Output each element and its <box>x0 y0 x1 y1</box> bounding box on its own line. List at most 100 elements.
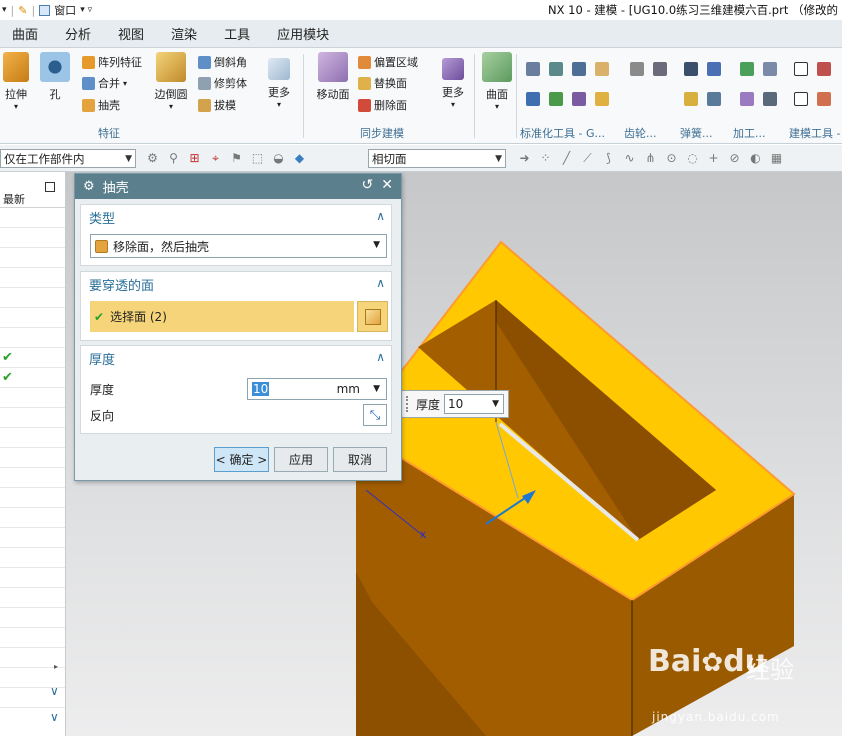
view-icon[interactable]: ◐ <box>749 152 762 165</box>
dropdown-arrow-icon[interactable]: ▾ <box>2 5 7 15</box>
menu-application[interactable]: 应用模块 <box>265 24 344 43</box>
solid-icon[interactable]: ◆ <box>293 152 306 165</box>
more-snap-icon[interactable]: ▦ <box>770 152 783 165</box>
menu-tools[interactable]: 工具 <box>212 24 265 43</box>
navigator-row[interactable] <box>0 548 65 568</box>
select-face-row[interactable]: ✔ 选择面 (2) <box>90 301 354 332</box>
hole-button[interactable]: 孔 <box>40 52 70 102</box>
reset-icon[interactable]: ↺ <box>362 177 374 193</box>
spring-tool-icon[interactable] <box>707 62 721 76</box>
pattern-feature-button[interactable]: 阵列特征 <box>82 54 142 70</box>
navigator-row[interactable] <box>0 268 65 288</box>
triangle-icon[interactable] <box>794 62 808 76</box>
coil-icon[interactable] <box>684 92 698 106</box>
note-icon[interactable] <box>794 92 808 106</box>
snap-icon[interactable]: ⌖ <box>209 152 222 165</box>
navigator-row[interactable] <box>0 488 65 508</box>
tangent-icon[interactable]: ⊘ <box>728 152 741 165</box>
surface-button[interactable]: 曲面 ▾ <box>480 52 514 111</box>
select-body-icon[interactable]: ⚲ <box>167 152 180 165</box>
window-menu[interactable]: 窗口 <box>54 2 76 18</box>
chevron-down-icon[interactable]: ∨ <box>50 710 59 724</box>
offset-region-button[interactable]: 偏置区域 <box>358 54 418 70</box>
delete-face-button[interactable]: 删除面 <box>358 97 407 113</box>
close-icon[interactable]: ✕ <box>381 177 393 193</box>
part-icon[interactable] <box>595 92 609 106</box>
gear-pair-icon[interactable] <box>653 62 667 76</box>
more-feature-button[interactable]: 更多 ▾ <box>264 52 294 109</box>
layers-icon[interactable] <box>572 62 586 76</box>
navigator-row[interactable] <box>0 448 65 468</box>
navigator-row[interactable] <box>0 628 65 648</box>
apply-button[interactable]: 应用 <box>274 447 328 472</box>
more-sync-button[interactable]: 更多 ▾ <box>438 52 468 109</box>
thickness-input[interactable]: 10 mm ▼ <box>247 378 387 400</box>
navigator-row[interactable] <box>0 528 65 548</box>
window-icon[interactable] <box>39 4 51 16</box>
bolt-icon[interactable] <box>526 92 540 106</box>
replace-face-button[interactable]: 替换面 <box>358 75 407 91</box>
menu-render[interactable]: 渲染 <box>159 24 212 43</box>
navigator-row[interactable] <box>0 568 65 588</box>
navigator-row[interactable] <box>0 308 65 328</box>
chamfer-button[interactable]: 倒斜角 <box>198 54 247 70</box>
navigator-row[interactable] <box>0 248 65 268</box>
menu-view[interactable]: 视图 <box>106 24 159 43</box>
section-type-header[interactable]: 类型 ∧ <box>81 205 391 230</box>
move-face-button[interactable]: 移动面 <box>312 52 354 102</box>
mesh-icon[interactable] <box>740 92 754 106</box>
spline-icon[interactable]: ∿ <box>623 152 636 165</box>
collapse-caret-icon[interactable]: ∧ <box>376 276 385 290</box>
face-rule-icon[interactable]: ◒ <box>272 152 285 165</box>
spring-icon[interactable] <box>684 62 698 76</box>
section-pierce-header[interactable]: 要穿透的面 ∧ <box>81 272 391 297</box>
maximize-icon[interactable] <box>45 182 55 192</box>
chevron-down-icon[interactable]: ∨ <box>50 684 59 698</box>
edge-blend-button[interactable]: 边倒圆 ▾ <box>152 52 190 111</box>
spring-edit-icon[interactable] <box>707 92 721 106</box>
gear-icon[interactable] <box>630 62 644 76</box>
shell-type-select[interactable]: 移除面，然后抽壳 ▼ <box>90 234 387 258</box>
pen-icon[interactable]: ✎ <box>18 4 27 17</box>
face-selection-button[interactable] <box>357 301 388 332</box>
navigator-row[interactable] <box>0 388 65 408</box>
collapse-caret-icon[interactable]: ∧ <box>376 350 385 364</box>
arrow-right-icon[interactable]: ➜ <box>518 152 531 165</box>
line-icon[interactable]: ╱ <box>560 152 573 165</box>
navigator-row[interactable] <box>0 228 65 248</box>
navigator-row[interactable] <box>0 328 65 348</box>
machining-icon[interactable] <box>763 62 777 76</box>
navigator-row[interactable] <box>0 408 65 428</box>
navigator-row[interactable]: ✔ <box>0 348 65 368</box>
filter-icon[interactable]: ⚑ <box>230 152 243 165</box>
navigator-row[interactable]: ✔ <box>0 368 65 388</box>
path-icon[interactable] <box>763 92 777 106</box>
extrude-button[interactable]: 拉伸 ▾ <box>0 52 32 111</box>
nut-icon[interactable] <box>572 92 586 106</box>
navigator-column-header[interactable]: 最新 <box>0 188 65 208</box>
section-thickness-header[interactable]: 厚度 ∧ <box>81 346 391 371</box>
dialog-title-bar[interactable]: ⚙ 抽壳 ↺ ✕ <box>75 174 401 199</box>
add-select-icon[interactable]: ⊞ <box>188 152 201 165</box>
navigator-row[interactable] <box>0 208 65 228</box>
box-select-icon[interactable]: ⬚ <box>251 152 264 165</box>
draft-button[interactable]: 拔模 <box>198 97 236 113</box>
collapse-caret-icon[interactable]: ∧ <box>376 209 385 223</box>
window-menu-arrow-icon[interactable]: ▾ ▿ <box>80 5 92 15</box>
stack-icon[interactable] <box>549 62 563 76</box>
wrench-icon[interactable] <box>549 92 563 106</box>
navigator-row[interactable] <box>0 588 65 608</box>
dots-icon[interactable]: ⁘ <box>539 152 552 165</box>
cross-icon[interactable]: + <box>707 152 720 165</box>
navigator-row[interactable] <box>0 288 65 308</box>
face-rule-select[interactable]: 相切面 ▼ <box>368 149 506 168</box>
curve-icon[interactable]: ⟆ <box>602 152 615 165</box>
navigator-row[interactable] <box>0 468 65 488</box>
shell-button[interactable]: 抽壳 <box>82 97 120 113</box>
scroll-right-icon[interactable]: ▸ <box>54 662 58 671</box>
filter-scope-select[interactable]: 仅在工作部件内 ▼ <box>0 149 136 168</box>
grid-icon[interactable] <box>526 62 540 76</box>
navigator-row[interactable] <box>0 608 65 628</box>
select-feature-icon[interactable]: ⚙ <box>146 152 159 165</box>
menu-surface[interactable]: 曲面 <box>0 24 53 43</box>
